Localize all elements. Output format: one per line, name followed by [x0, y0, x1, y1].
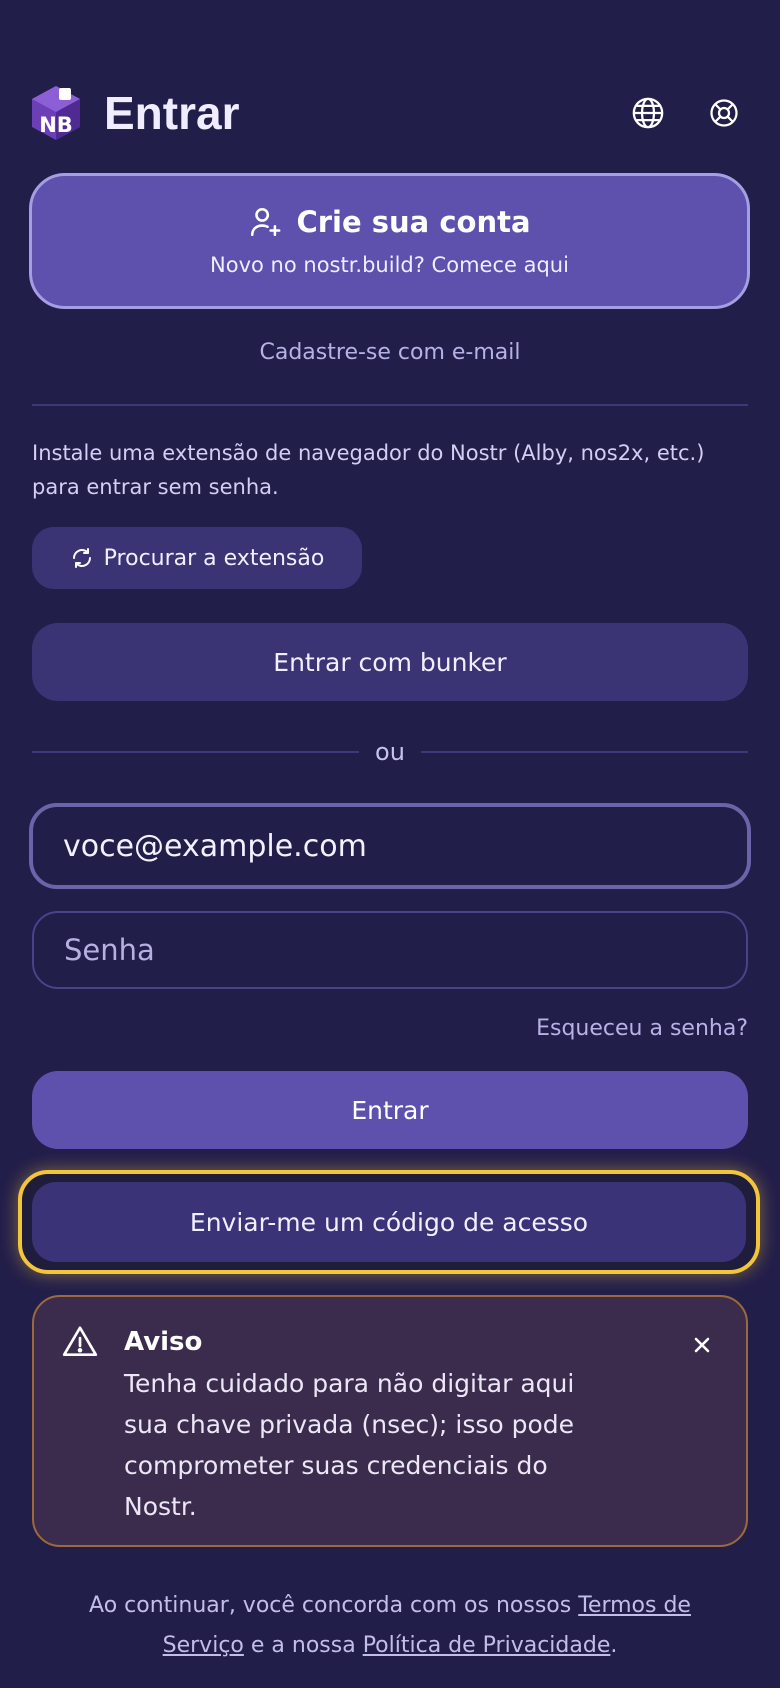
scan-extension-button[interactable]: Procurar a extensão: [32, 527, 362, 589]
user-plus-icon: [251, 207, 281, 237]
create-account-subtitle: Novo no nostr.build? Comece aqui: [210, 253, 569, 277]
footer-middle: e a nossa: [243, 1633, 363, 1658]
footer-suffix: .: [610, 1633, 618, 1658]
login-button[interactable]: Entrar: [32, 1071, 748, 1149]
bunker-login-button[interactable]: Entrar com bunker: [32, 623, 748, 701]
warning-banner: Aviso Tenha cuidado para não digitar aqu…: [32, 1295, 748, 1547]
send-code-button[interactable]: Enviar-me um código de acesso: [32, 1182, 746, 1262]
email-input[interactable]: voce@example.com: [29, 803, 751, 889]
language-button[interactable]: [628, 93, 668, 133]
footer-prefix: Ao continuar, você concorda com os nosso…: [89, 1593, 579, 1618]
close-icon: [694, 1337, 710, 1353]
warning-text: Tenha cuidado para não digitar aqui sua …: [124, 1369, 575, 1521]
page-title: Entrar: [104, 87, 240, 139]
nostr-build-logo: NB: [32, 86, 80, 140]
close-warning-button[interactable]: [688, 1331, 716, 1359]
extension-info-text: Instale uma extensão de navegador do Nos…: [32, 441, 705, 499]
header-actions: [628, 93, 744, 133]
or-separator: ou: [32, 738, 748, 766]
send-code-highlight: Enviar-me um código de acesso: [18, 1170, 760, 1274]
password-input[interactable]: Senha: [32, 911, 748, 989]
or-line-right: [420, 751, 748, 753]
globe-icon: [632, 97, 664, 129]
warning-triangle-icon: [62, 1326, 98, 1357]
refresh-icon: [72, 548, 91, 568]
email-signup-link[interactable]: Cadastre-se com e-mail: [0, 340, 780, 365]
legal-footer: Ao continuar, você concorda com os nosso…: [60, 1586, 720, 1666]
or-text: ou: [375, 738, 405, 766]
forgot-password-link[interactable]: Esqueceu a senha?: [536, 1016, 748, 1041]
create-account-title-row: Crie sua conta: [248, 205, 531, 239]
lifebuoy-icon: [710, 99, 738, 127]
create-account-button[interactable]: Crie sua conta Novo no nostr.build? Come…: [29, 173, 750, 309]
or-line-left: [32, 751, 360, 753]
header: NB Entrar: [30, 82, 750, 144]
create-account-title: Crie sua conta: [296, 205, 531, 239]
warning-title: Aviso: [124, 1327, 203, 1357]
divider: [32, 404, 748, 406]
privacy-link[interactable]: Política de Privacidade: [363, 1633, 611, 1658]
help-button[interactable]: [704, 93, 744, 133]
logo-text: NB: [39, 113, 73, 137]
scan-extension-label: Procurar a extensão: [103, 545, 325, 571]
login-page: NB Entrar Crie sua conta Novo no nostr.b…: [0, 0, 780, 1688]
